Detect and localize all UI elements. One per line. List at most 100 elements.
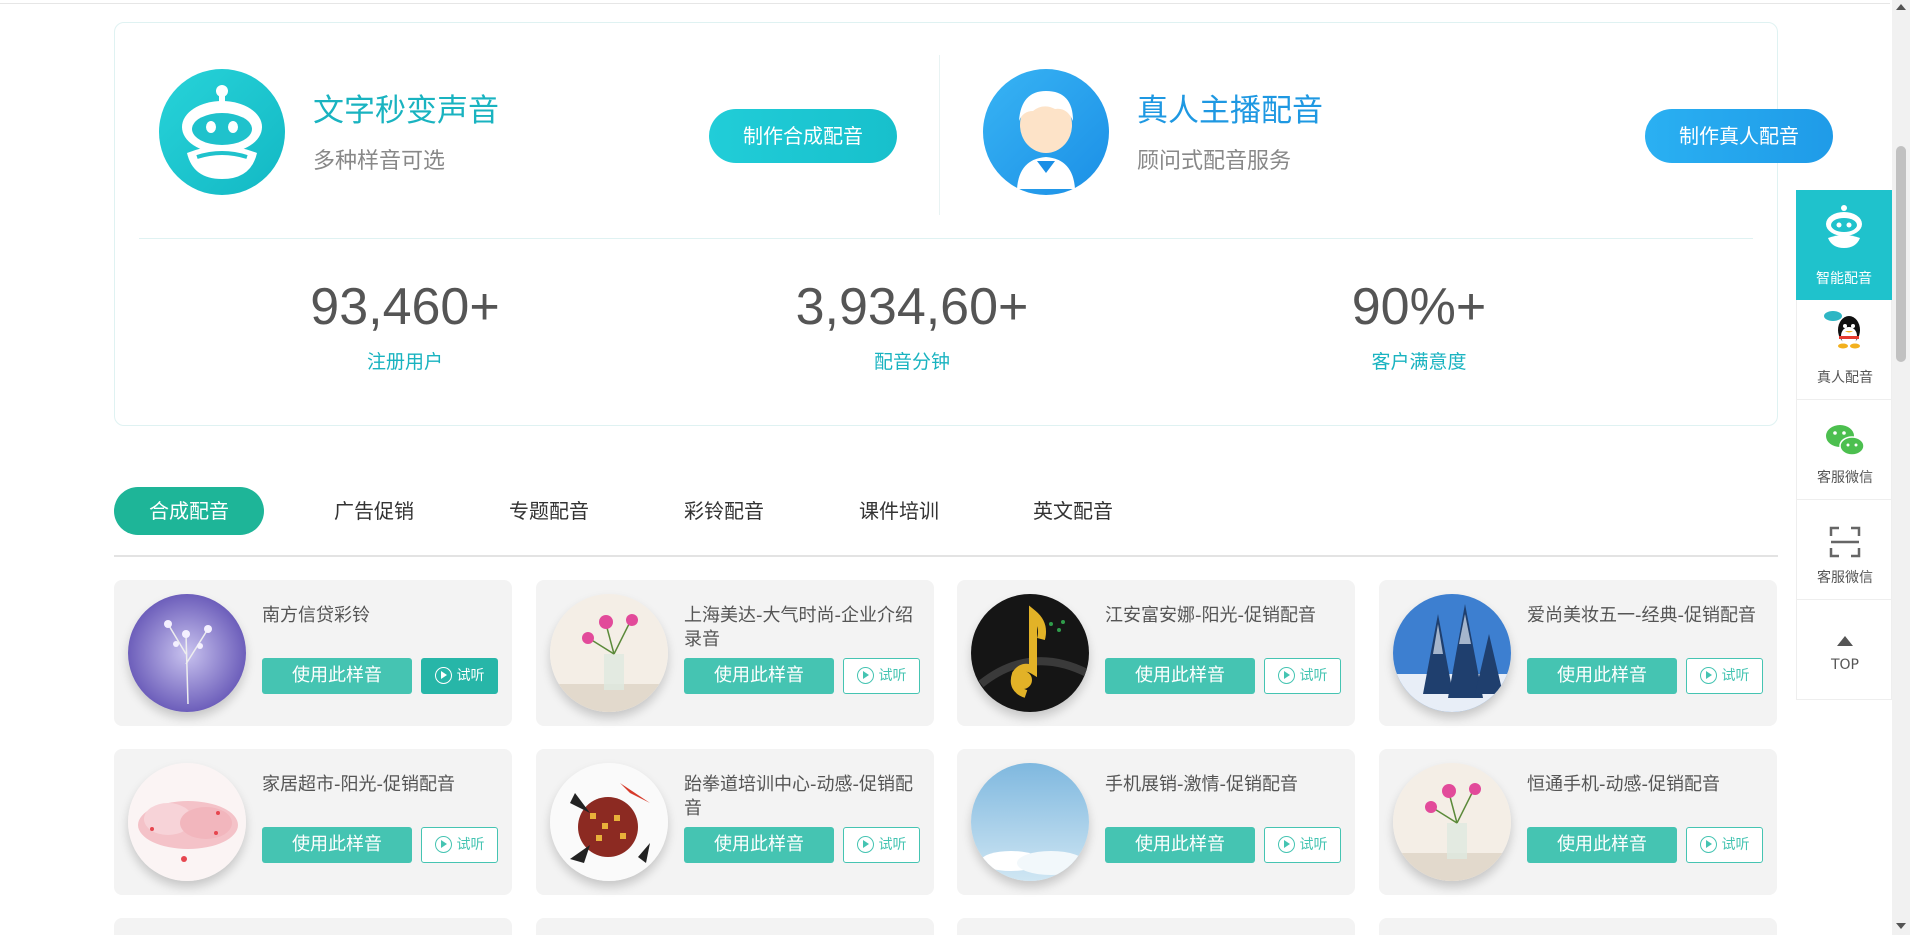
stat-label: 客户满意度: [1371, 351, 1467, 373]
human-voice-title: 真人主播配音: [1137, 93, 1323, 129]
stat-dubbing-minutes: 3,934,60+ 配音分钟: [702, 281, 1122, 374]
use-sample-button[interactable]: 使用此样音: [1527, 658, 1677, 694]
listen-label: 试听: [1721, 837, 1750, 853]
play-icon: [1277, 666, 1295, 684]
sidebar-item-human-dubbing[interactable]: 真人配音: [1796, 300, 1892, 400]
listen-label: 试听: [456, 837, 485, 853]
play-icon: [1277, 835, 1295, 853]
make-human-voice-button[interactable]: 制作真人配音: [1645, 109, 1833, 163]
listen-button[interactable]: 试听: [1686, 658, 1763, 694]
tab-english[interactable]: 英文配音: [1023, 487, 1123, 535]
use-sample-button[interactable]: 使用此样音: [684, 827, 834, 863]
use-sample-button[interactable]: 使用此样音: [1105, 658, 1255, 694]
listen-button[interactable]: 试听: [843, 658, 920, 694]
floating-sidebar: 智能配音 真人配音 客服微信 客服微信 TOP: [1796, 190, 1892, 700]
sample-card: 家居超市-阳光-促销配音 使用此样音 试听: [114, 749, 512, 895]
sample-card: 江安富安娜-阳光-促销配音 使用此样音 试听: [957, 580, 1355, 726]
tts-title: 文字秒变声音: [313, 93, 499, 129]
play-icon: [434, 835, 452, 853]
sample-card: [957, 918, 1355, 935]
play-icon: [1699, 666, 1717, 684]
play-icon: [434, 666, 452, 684]
qq-icon: [1824, 311, 1860, 349]
sample-thumbnail: [971, 594, 1089, 712]
sample-name: 恒通手机-动感-促销配音: [1527, 774, 1720, 795]
scan-icon: [1829, 526, 1861, 558]
listen-button[interactable]: 试听: [421, 827, 498, 863]
stat-satisfaction: 90%+ 客户满意度: [1209, 281, 1629, 374]
category-tabs: 合成配音 广告促销 专题配音 彩铃配音 课件培训 英文配音: [114, 487, 1778, 557]
listen-label: 试听: [456, 668, 485, 684]
sidebar-item-wechat[interactable]: 客服微信: [1796, 400, 1892, 500]
wechat-icon: [1826, 425, 1865, 456]
sample-name: 上海美达-大气时尚-企业介绍录音: [684, 605, 913, 650]
scroll-down-arrow[interactable]: [1896, 923, 1906, 929]
listen-button[interactable]: 试听: [1264, 827, 1341, 863]
sidebar-label: 客服微信: [1817, 470, 1873, 486]
sidebar-label: 客服微信: [1817, 570, 1873, 586]
play-icon: [856, 835, 874, 853]
sample-thumbnail: [128, 763, 246, 881]
person-avatar-icon: [983, 69, 1109, 195]
sample-name: 南方信贷彩铃: [262, 605, 370, 626]
sample-name: 江安富安娜-阳光-促销配音: [1105, 605, 1316, 626]
scroll-up-arrow[interactable]: [1896, 4, 1906, 10]
sample-thumbnail: [1393, 594, 1511, 712]
listen-label: 试听: [1721, 668, 1750, 684]
sample-card: [536, 918, 934, 935]
play-icon: [856, 666, 874, 684]
hero-divider: [939, 55, 940, 215]
robot-icon: [1826, 205, 1862, 248]
sample-card: 上海美达-大气时尚-企业介绍录音 使用此样音 试听: [536, 580, 934, 726]
tab-courseware[interactable]: 课件培训: [849, 487, 949, 535]
sidebar-label: 智能配音: [1816, 271, 1872, 287]
stat-value: 93,460+: [310, 278, 500, 336]
scroll-thumb[interactable]: [1896, 146, 1906, 362]
listen-label: 试听: [1299, 837, 1328, 853]
use-sample-button[interactable]: 使用此样音: [262, 827, 412, 863]
listen-button[interactable]: 试听: [1686, 827, 1763, 863]
listen-label: 试听: [878, 668, 907, 684]
robot-icon: [159, 69, 285, 195]
sample-card: 跆拳道培训中心-动感-促销配音 使用此样音 试听: [536, 749, 934, 895]
use-sample-button[interactable]: 使用此样音: [262, 658, 412, 694]
sample-card: 手机展销-激情-促销配音 使用此样音 试听: [957, 749, 1355, 895]
sample-card: [1379, 918, 1777, 935]
listen-label: 试听: [1299, 668, 1328, 684]
listen-button[interactable]: 试听: [421, 658, 498, 694]
make-tts-button[interactable]: 制作合成配音: [709, 109, 897, 163]
sidebar-item-smart-dubbing[interactable]: 智能配音: [1796, 190, 1892, 300]
stat-label: 配音分钟: [873, 351, 950, 373]
sidebar-item-back-to-top[interactable]: TOP: [1796, 600, 1892, 700]
tab-tts[interactable]: 合成配音: [114, 487, 264, 535]
sidebar-label: TOP: [1830, 657, 1859, 673]
play-icon: [1699, 835, 1717, 853]
hero-card: 文字秒变声音 多种样音可选 制作合成配音 真人主播配音 顾问式配音服务 制作真人…: [114, 22, 1833, 426]
tts-subtitle: 多种样音可选: [313, 149, 446, 174]
stat-value: 3,934,60+: [795, 278, 1029, 336]
sample-card: 南方信贷彩铃 使用此样音 试听: [114, 580, 512, 726]
use-sample-button[interactable]: 使用此样音: [684, 658, 834, 694]
sample-name: 爱尚美妆五一-经典-促销配音: [1527, 605, 1756, 626]
page-scrollbar[interactable]: [1892, 0, 1910, 935]
stat-registered-users: 93,460+ 注册用户: [195, 281, 615, 374]
sample-card: 恒通手机-动感-促销配音 使用此样音 试听: [1379, 749, 1777, 895]
tab-ringtone[interactable]: 彩铃配音: [674, 487, 774, 535]
tab-ads[interactable]: 广告促销: [324, 487, 424, 535]
tts-section: 文字秒变声音 多种样音可选 制作合成配音: [159, 63, 911, 195]
use-sample-button[interactable]: 使用此样音: [1105, 827, 1255, 863]
sidebar-label: 真人配音: [1817, 370, 1873, 386]
use-sample-button[interactable]: 使用此样音: [1527, 827, 1677, 863]
sample-thumbnail: [971, 763, 1089, 881]
tab-topic[interactable]: 专题配音: [499, 487, 599, 535]
listen-button[interactable]: 试听: [843, 827, 920, 863]
listen-button[interactable]: 试听: [1264, 658, 1341, 694]
sidebar-item-wechat-scan[interactable]: 客服微信: [1796, 500, 1892, 600]
sample-name: 手机展销-激情-促销配音: [1105, 774, 1298, 795]
human-voice-subtitle: 顾问式配音服务: [1137, 149, 1292, 174]
sample-name: 家居超市-阳光-促销配音: [262, 774, 455, 795]
sample-thumbnail: [550, 594, 668, 712]
sample-thumbnail: [1393, 763, 1511, 881]
sample-thumbnail: [550, 763, 668, 881]
sample-name: 跆拳道培训中心-动感-促销配音: [684, 774, 913, 819]
